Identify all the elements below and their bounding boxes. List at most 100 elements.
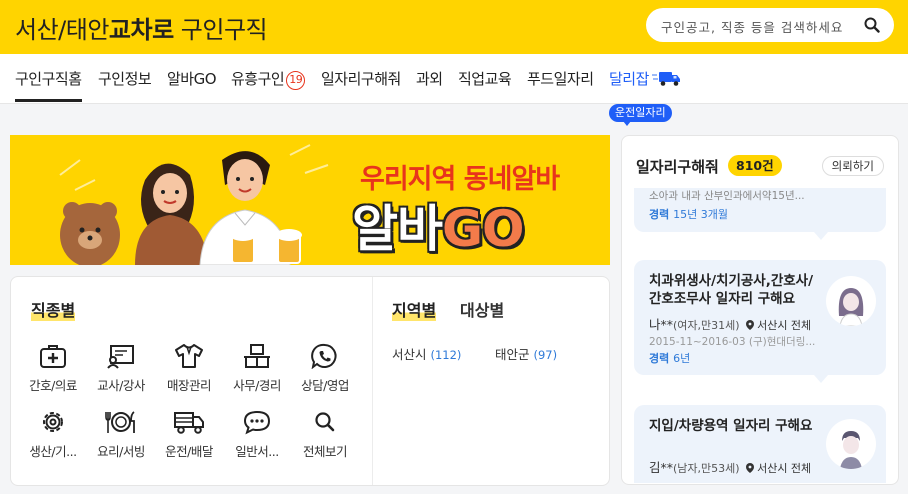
site-header: 서산/태안교차로 구인구직 구인공고, 직종 등을 검색하세요 (0, 0, 908, 54)
card-title-line: 간호조무사 일자리 구해요 (649, 291, 796, 307)
card-experience: 경력 15년 3개월 (649, 206, 728, 222)
job-request-card[interactable]: 소아과 내과 산부인과에서약15년... 경력 15년 3개월 (634, 188, 886, 240)
category-teacher-tutor[interactable]: 교사/강사 (89, 343, 153, 394)
applicant-info: (여자,만31세) (673, 319, 740, 332)
experience-label: 경력 (649, 208, 670, 221)
teacher-board-icon (107, 345, 134, 369)
tab-by-target[interactable]: 대상별 (460, 297, 504, 321)
experience-value: 15년 3개월 (673, 208, 728, 221)
phone-chat-icon (311, 343, 337, 369)
couple-with-bear-illustration (59, 144, 329, 265)
logo-region: 서산/태안 (15, 16, 109, 44)
category-label: 매장관리 (166, 378, 212, 393)
category-label: 간호/의료 (29, 378, 77, 393)
driver-job-tag: 운전일자리 (609, 104, 672, 126)
card-title: 지입/차량용역 일자리 구해요 (649, 418, 813, 434)
tab-by-region[interactable]: 지역별 (392, 297, 437, 321)
job-request-title[interactable]: 일자리구해줘 (636, 156, 719, 177)
location-text: 서산시 전체 (757, 462, 812, 475)
region-name: 서산시 (392, 347, 427, 362)
applicant-name: 나** (649, 317, 674, 332)
banner-brand: 알바GO (352, 189, 525, 261)
albago-banner[interactable]: 우리지역 동네알바 알바GO (10, 135, 610, 265)
plate-cutlery-icon (105, 411, 135, 433)
category-driving-delivery[interactable]: 운전/배달 (157, 409, 221, 460)
category-nursing-medical[interactable]: 간호/의료 (21, 343, 85, 394)
male-avatar-icon (840, 431, 862, 469)
nav-item-job-training[interactable]: 직업교육 (458, 68, 512, 89)
nav-item-tutoring[interactable]: 과외 (416, 68, 443, 89)
category-label: 교사/강사 (97, 378, 145, 393)
banner-brand-alba: 알바 (352, 200, 443, 258)
truck-icon (174, 412, 204, 434)
panel-divider (372, 277, 373, 485)
search-icon[interactable] (864, 17, 880, 33)
job-request-count-badge: 810건 (728, 155, 782, 176)
category-consulting-sales[interactable]: 상담/영업 (293, 343, 357, 394)
category-view-all[interactable]: 전체보기 (293, 409, 357, 460)
category-label: 요리/서빙 (97, 444, 145, 459)
search-input[interactable]: 구인공고, 직종 등을 검색하세요 (661, 17, 843, 36)
card-applicant: 김**(남자,만53세) 서산시 전체 (649, 457, 811, 476)
adult-19-badge: 19 (286, 71, 306, 90)
nav-item-dallijob[interactable]: 달리잡 (609, 68, 682, 89)
card-experience: 경력 6년 (649, 350, 690, 366)
category-office-accounting[interactable]: 사무/경리 (225, 343, 289, 394)
location-text: 서산시 전체 (757, 319, 812, 332)
nav-item-nightlife[interactable]: 유흥구인 19 (231, 68, 306, 90)
region-taean[interactable]: 태안군 (97) (495, 344, 557, 363)
job-request-card[interactable]: 치과위생사/치기공사,간호사/ 간호조무사 일자리 구해요 나**(여자,만31… (634, 260, 886, 383)
region-seosan[interactable]: 서산시 (112) (392, 344, 461, 363)
card-title-line: 치과위생사/치기공사,간호사/ (649, 273, 814, 289)
category-label: 사무/경리 (233, 378, 281, 393)
job-request-feed[interactable]: 소아과 내과 산부인과에서약15년... 경력 15년 3개월 치과위생사/치기… (634, 188, 886, 483)
site-logo[interactable]: 서산/태안교차로 구인구직 (15, 10, 268, 45)
delivery-truck-icon (651, 72, 680, 86)
card-title: 치과위생사/치기공사,간호사/ 간호조무사 일자리 구해요 (649, 272, 813, 308)
nav-item-job-info[interactable]: 구인정보 (98, 68, 152, 89)
nav-item-nightlife-label: 유흥구인 (231, 70, 285, 88)
category-general-service[interactable]: 일반서... (225, 409, 289, 460)
location-pin-icon (745, 320, 754, 330)
job-request-panel: 일자리구해줘 810건 의뢰하기 소아과 내과 산부인과에서약15년... 경력… (621, 135, 899, 485)
search-box[interactable]: 구인공고, 직종 등을 검색하세요 (646, 8, 894, 42)
logo-section: 구인구직 (180, 16, 268, 44)
category-label: 운전/배달 (165, 444, 213, 459)
nav-item-albago[interactable]: 알바GO (167, 68, 217, 89)
banner-brand-go: GO (442, 200, 525, 258)
card-history: 2015-11~2016-03 (구)현대더링... (649, 336, 816, 348)
nav-item-dallijob-label: 달리잡 (609, 70, 649, 88)
category-cooking-serving[interactable]: 요리/서빙 (89, 409, 153, 460)
applicant-info: (남자,만53세) (673, 462, 740, 475)
gear-icon (43, 412, 63, 432)
job-request-card[interactable]: 지입/차량용역 일자리 구해요 김**(남자,만53세) 서산시 전체 (634, 405, 886, 483)
avatar (826, 419, 876, 469)
region-name: 태안군 (495, 347, 530, 362)
category-label: 상담/영업 (301, 378, 349, 393)
avatar (826, 276, 876, 326)
category-store-management[interactable]: 매장관리 (157, 343, 221, 394)
category-label: 생산/기... (29, 444, 77, 459)
region-count: (112) (430, 348, 462, 362)
speech-bubble-icon (243, 410, 271, 435)
category-panel: 직종별 간호/의료 교사/강사 매장관리 사무/경리 상담/영업 생산/기...… (10, 276, 610, 486)
shirt-icon (175, 344, 203, 368)
applicant-location: 서산시 전체 (745, 462, 812, 475)
request-button[interactable]: 의뢰하기 (821, 156, 884, 176)
experience-value: 6년 (673, 352, 691, 365)
category-label: 전체보기 (302, 444, 348, 459)
main-nav: 구인구직홈 구인정보 알바GO 유흥구인 19 일자리구해줘 과외 직업교육 푸드… (0, 54, 908, 126)
applicant-name: 김** (649, 460, 674, 475)
female-avatar-icon (838, 288, 864, 326)
category-production-technical[interactable]: 생산/기... (21, 409, 85, 460)
nav-item-job-home[interactable]: 구인구직홈 (15, 68, 82, 102)
category-by-job-title[interactable]: 직종별 (31, 297, 76, 321)
category-label: 일반서... (235, 444, 279, 459)
card-applicant: 나**(여자,만31세) 서산시 전체 (649, 314, 811, 333)
nav-item-job-request[interactable]: 일자리구해줘 (321, 68, 401, 89)
search-icon (315, 412, 335, 432)
nav-item-food-jobs[interactable]: 푸드일자리 (527, 68, 594, 89)
logo-brand: 교차로 (108, 16, 174, 44)
applicant-location: 서산시 전체 (745, 319, 812, 332)
experience-label: 경력 (649, 352, 670, 365)
